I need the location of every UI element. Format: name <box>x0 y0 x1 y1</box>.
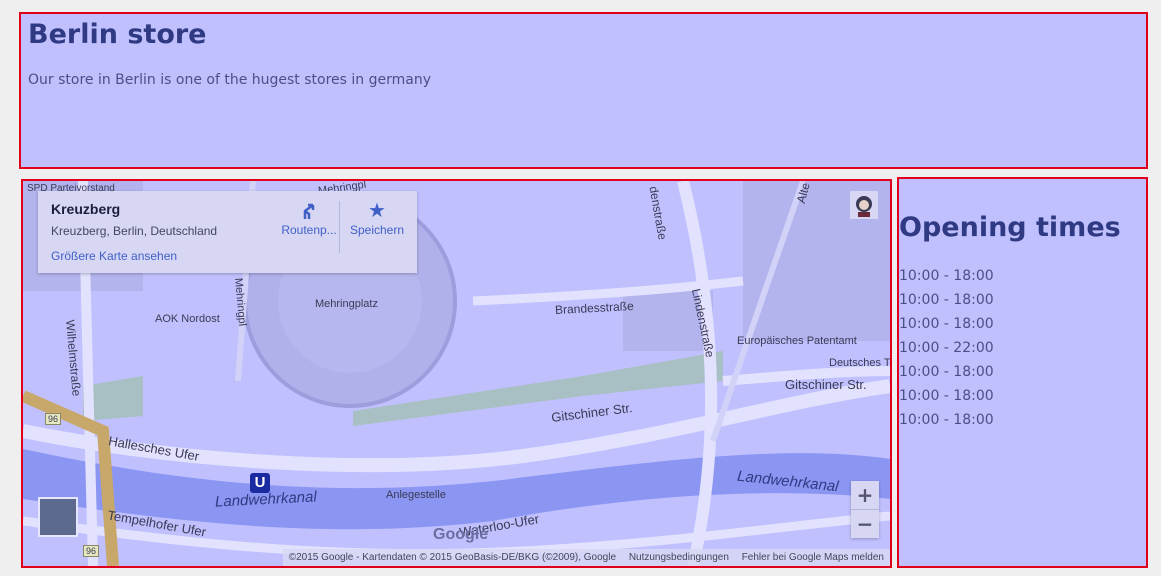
opening-hours-title: Opening times <box>899 212 1121 243</box>
list-item: 10:00 - 18:00 <box>899 388 994 404</box>
place-name: Kreuzberg <box>51 201 121 217</box>
terms-link[interactable]: Nutzungsbedingungen <box>629 552 729 563</box>
list-item: 10:00 - 18:00 <box>899 268 994 284</box>
card-separator <box>339 201 340 253</box>
directions-label: Routenp... <box>281 223 337 237</box>
store-header: Berlin store Our store in Berlin is one … <box>19 12 1148 169</box>
zoom-in-button[interactable]: + <box>851 481 879 509</box>
route-shield-96a: 96 <box>45 413 62 425</box>
zoom-control: + − <box>851 481 879 538</box>
google-logo: Google <box>433 526 489 543</box>
route-shield-96b: 96 <box>83 545 100 557</box>
map-label-patentamt: Europäisches Patentamt <box>737 335 857 347</box>
attribution-text: ©2015 Google - Kartendaten © 2015 GeoBas… <box>288 552 617 563</box>
place-address: Kreuzberg, Berlin, Deutschland <box>51 224 218 238</box>
opening-hours-list: 10:00 - 18:00 10:00 - 18:00 10:00 - 18:0… <box>899 267 994 435</box>
store-description: Our store in Berlin is one of the hugest… <box>28 72 431 88</box>
ubahn-icon: U <box>250 473 270 493</box>
map-attribution: ©2015 Google - Kartendaten © 2015 GeoBas… <box>282 549 890 566</box>
directions-button[interactable]: Routenp... <box>274 201 344 237</box>
list-item: 10:00 - 18:00 <box>899 292 994 308</box>
report-error-link[interactable]: Fehler bei Google Maps melden <box>742 552 884 563</box>
map-label-anlegestelle: Anlegestelle <box>386 489 446 501</box>
star-icon: ★ <box>368 200 386 222</box>
list-item: 10:00 - 18:00 <box>899 316 994 332</box>
save-place-button[interactable]: ★ Speichern <box>342 201 412 237</box>
place-info-card: Kreuzberg Kreuzberg, Berlin, Deutschland… <box>38 191 417 273</box>
satellite-toggle-thumbnail[interactable] <box>38 497 78 537</box>
zoom-out-button[interactable]: − <box>851 510 879 538</box>
user-avatar-icon <box>856 196 872 217</box>
opening-hours-panel: Opening times 10:00 - 18:00 10:00 - 18:0… <box>897 177 1148 568</box>
map-label-mehringplatz: Mehringplatz <box>315 298 378 310</box>
list-item: 10:00 - 22:00 <box>899 340 994 356</box>
store-title: Berlin store <box>28 19 207 50</box>
map-label-deutsches: Deutsches Te <box>829 357 892 369</box>
directions-icon <box>274 201 344 223</box>
map-label-gitschiner-1: Gitschiner Str. <box>785 377 867 392</box>
map-label-aok: AOK Nordost <box>155 313 220 325</box>
bigger-map-link[interactable]: Größere Karte ansehen <box>51 249 177 263</box>
avatar[interactable] <box>850 191 878 219</box>
map-embed[interactable]: SPD Parteivorstand Mehringpl denstraße A… <box>21 179 892 568</box>
list-item: 10:00 - 18:00 <box>899 412 994 428</box>
list-item: 10:00 - 18:00 <box>899 364 994 380</box>
save-label: Speichern <box>349 223 405 237</box>
